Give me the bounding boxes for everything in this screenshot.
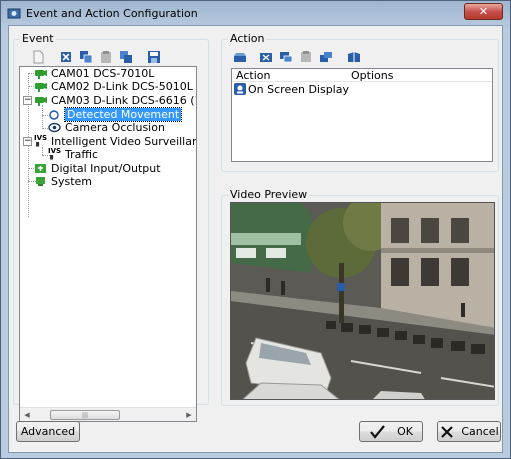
close-icon: ✕ bbox=[478, 5, 489, 18]
tree-item-cam02[interactable]: CAM02 D-Link DCS-5010L (192 bbox=[34, 80, 196, 93]
test-action-icon[interactable] bbox=[345, 48, 363, 66]
save-event-icon[interactable] bbox=[145, 48, 163, 66]
event-tree[interactable]: − − CAM01 DCS-7010L CAM02 D-Link DCS-501… bbox=[19, 66, 197, 422]
copy-action-icon[interactable] bbox=[277, 48, 295, 66]
expand-toggle-cam03[interactable]: − bbox=[23, 96, 32, 105]
paste-action-icon[interactable] bbox=[297, 48, 315, 66]
tree-connector bbox=[42, 105, 43, 129]
dialog-body: Event − − CAM01 DCS-7010L CAM02 D-Link D… bbox=[8, 25, 503, 453]
scroll-right-arrow-icon[interactable]: ▶ bbox=[182, 408, 196, 421]
tree-item-traffic[interactable]: IVS Traffic bbox=[48, 148, 99, 162]
action-toolbar bbox=[231, 48, 363, 66]
cancel-button[interactable]: Cancel bbox=[437, 421, 501, 442]
camera-icon bbox=[34, 80, 48, 93]
ivs-icon: IVS bbox=[48, 148, 62, 161]
column-header-action[interactable]: Action bbox=[232, 69, 347, 82]
paste-event-icon[interactable] bbox=[97, 48, 115, 66]
scroll-grip: ||| bbox=[81, 411, 89, 419]
camera-icon bbox=[34, 67, 48, 80]
duplicate-action-icon[interactable] bbox=[317, 48, 335, 66]
tree-item-label: Camera Occlusion bbox=[65, 121, 165, 134]
scroll-thumb[interactable]: ||| bbox=[50, 410, 120, 420]
io-icon bbox=[34, 162, 48, 175]
occlusion-icon bbox=[48, 121, 62, 134]
action-list-header: Action Options bbox=[232, 69, 492, 82]
tree-item-digital-io[interactable]: Digital Input/Output bbox=[34, 162, 161, 175]
ok-label: OK bbox=[397, 425, 413, 438]
tree-item-detected-movement[interactable]: Detected Movement bbox=[48, 107, 183, 122]
tree-item-label: CAM02 D-Link DCS-5010L (192 bbox=[51, 80, 196, 93]
copy-event-icon[interactable] bbox=[77, 48, 95, 66]
tree-item-label: Intelligent Video Surveillance bbox=[51, 135, 197, 148]
add-action-icon[interactable] bbox=[231, 48, 249, 66]
checkmark-icon bbox=[370, 424, 385, 439]
motion-icon bbox=[48, 108, 62, 121]
x-icon bbox=[441, 425, 454, 438]
video-preview bbox=[230, 202, 495, 400]
app-icon bbox=[7, 6, 21, 20]
tree-item-label: Digital Input/Output bbox=[51, 162, 161, 175]
tree-item-label: CAM01 DCS-7010L bbox=[51, 67, 155, 80]
street-scene-image bbox=[231, 203, 494, 399]
tree-connector bbox=[42, 147, 43, 155]
camera-icon bbox=[34, 94, 48, 107]
event-toolbar bbox=[29, 48, 163, 66]
dialog-window: Event and Action Configuration ✕ Event −… bbox=[0, 0, 511, 459]
ok-button[interactable]: OK bbox=[359, 421, 423, 442]
ivs-icon: IVS bbox=[34, 135, 48, 148]
preview-group-label: Video Preview bbox=[228, 188, 310, 201]
scroll-left-arrow-icon[interactable]: ◀ bbox=[20, 408, 34, 421]
delete-action-icon[interactable] bbox=[257, 48, 275, 66]
cancel-label: Cancel bbox=[461, 425, 499, 438]
action-group-label: Action bbox=[228, 32, 267, 45]
column-header-options[interactable]: Options bbox=[347, 69, 492, 82]
action-name: On Screen Display bbox=[248, 82, 349, 96]
tree-item-cam03[interactable]: CAM03 D-Link DCS-6616 (192.1 bbox=[34, 94, 196, 107]
event-group-label: Event bbox=[20, 32, 56, 45]
list-item[interactable]: On Screen Display bbox=[232, 82, 492, 96]
tree-item-cam01[interactable]: CAM01 DCS-7010L bbox=[34, 67, 154, 80]
ivs-prefix: IVS bbox=[48, 147, 62, 155]
duplicate-event-icon[interactable] bbox=[117, 48, 135, 66]
new-event-icon[interactable] bbox=[29, 48, 47, 66]
tree-horizontal-scrollbar[interactable]: ◀ ||| ▶ bbox=[20, 407, 196, 421]
tree-item-camera-occlusion[interactable]: Camera Occlusion bbox=[48, 121, 165, 134]
delete-event-icon[interactable] bbox=[57, 48, 75, 66]
osd-icon bbox=[234, 83, 246, 95]
tree-item-system[interactable]: System bbox=[34, 175, 92, 188]
advanced-button[interactable]: Advanced bbox=[16, 421, 80, 442]
action-list[interactable]: Action Options On Screen Display bbox=[231, 68, 493, 162]
ivs-prefix: IVS bbox=[34, 134, 48, 142]
tree-item-label: CAM03 D-Link DCS-6616 (192.1 bbox=[51, 94, 196, 107]
system-icon bbox=[34, 175, 48, 188]
title-bar[interactable]: Event and Action Configuration ✕ bbox=[1, 1, 510, 25]
close-button[interactable]: ✕ bbox=[464, 3, 503, 20]
tree-item-label: System bbox=[51, 175, 93, 188]
expand-toggle-ivs[interactable]: − bbox=[23, 137, 32, 146]
window-title: Event and Action Configuration bbox=[26, 6, 198, 20]
advanced-label: Advanced bbox=[20, 425, 76, 438]
tree-item-label: Traffic bbox=[65, 148, 99, 161]
tree-item-label: Detected Movement bbox=[63, 107, 183, 122]
